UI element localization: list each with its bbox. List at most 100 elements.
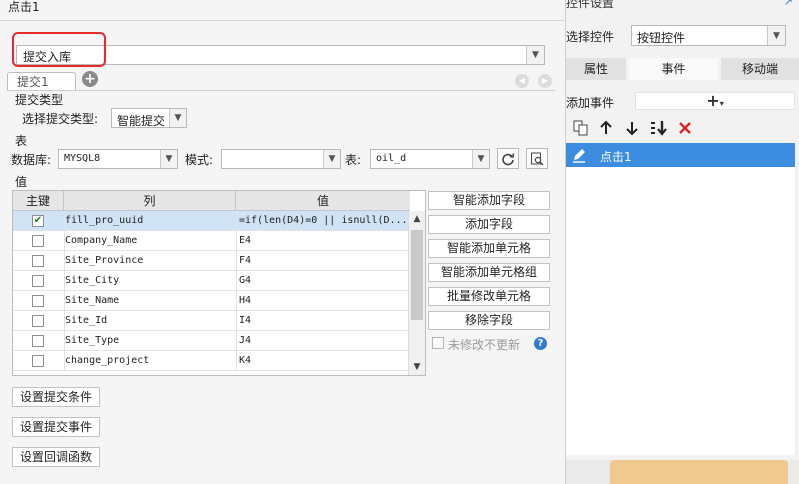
table-scrollbar[interactable]: ▲ ▼: [408, 211, 425, 375]
batch-edit-cells-button[interactable]: 批量修改单元格: [428, 287, 550, 306]
primary-key-checkbox[interactable]: [32, 255, 44, 267]
tab-submit-1[interactable]: 提交1: [7, 72, 76, 91]
choose-submit-type-label: 选择提交类型:: [22, 112, 99, 126]
pin-icon[interactable]: ↗: [784, 0, 793, 8]
add-field-button[interactable]: 添加字段: [428, 215, 550, 234]
move-to-bottom-icon[interactable]: [650, 120, 668, 139]
submit-type-select[interactable]: 提交入库 ▼: [16, 45, 545, 65]
chevron-down-icon[interactable]: ▼: [323, 150, 340, 168]
primary-key-checkbox[interactable]: [32, 355, 44, 367]
section-submit-type: 提交类型: [15, 93, 64, 107]
column-cell[interactable]: change_project: [64, 351, 236, 371]
smart-add-cell-group-button[interactable]: 智能添加单元格组: [428, 263, 550, 282]
add-event-button[interactable]: +▾: [635, 92, 795, 110]
primary-key-checkbox[interactable]: [32, 275, 44, 287]
value-text: J4: [239, 335, 252, 346]
arrow-down-icon[interactable]: [625, 120, 639, 139]
table-row[interactable]: Site_City G4: [13, 271, 410, 291]
delete-icon[interactable]: [677, 120, 693, 139]
primary-key-checkbox[interactable]: ✔: [32, 215, 44, 227]
table-row[interactable]: Site_Id I4: [13, 311, 410, 331]
control-value: 按钮控件: [637, 31, 686, 45]
primary-key-checkbox[interactable]: [32, 315, 44, 327]
value-cell[interactable]: K4: [236, 351, 410, 371]
caret-down-icon: ▾: [719, 99, 724, 108]
table-row[interactable]: Company_Name E4: [13, 231, 410, 251]
scroll-up-icon[interactable]: ▲: [409, 211, 425, 227]
value-cell[interactable]: F4: [236, 251, 410, 271]
chevron-down-icon[interactable]: ▼: [160, 150, 177, 168]
add-tab-icon[interactable]: +: [82, 71, 98, 87]
tab-properties[interactable]: 属性: [566, 58, 626, 80]
smart-add-cell-button[interactable]: 智能添加单元格: [428, 239, 550, 258]
header-primary-key: 主键: [13, 191, 64, 211]
control-select[interactable]: 按钮控件 ▼: [631, 25, 786, 46]
table-row[interactable]: Site_Province F4: [13, 251, 410, 271]
arrow-up-icon[interactable]: [599, 120, 613, 139]
panel-title: 控件设置: [566, 0, 615, 10]
event-item-label: 点击1: [600, 150, 632, 164]
column-name: Site_Name: [65, 295, 120, 306]
value-text: F4: [239, 255, 252, 266]
tab-events[interactable]: 事件: [629, 58, 718, 80]
column-cell[interactable]: Site_Province: [64, 251, 236, 271]
submit-dialog: 点击1 提交入库 ▼ 提交1 + ◀ ▶ 提交类型 选择提交类型: 智能提交 ▼…: [0, 0, 566, 484]
set-submit-condition-button[interactable]: 设置提交条件: [12, 387, 101, 407]
scroll-down-icon[interactable]: ▼: [409, 359, 425, 375]
table-row[interactable]: Site_Name H4: [13, 291, 410, 311]
submit-mode-select[interactable]: 智能提交 ▼: [111, 108, 187, 128]
primary-key-checkbox[interactable]: [32, 295, 44, 307]
table-value: oil_d: [376, 153, 407, 164]
column-cell[interactable]: Site_Id: [64, 311, 236, 331]
table-row[interactable]: change_project K4: [13, 351, 410, 371]
set-submit-event-button[interactable]: 设置提交事件: [12, 417, 101, 437]
event-item-click1[interactable]: 点击1: [566, 143, 795, 167]
plus-icon: +: [706, 91, 720, 110]
value-cell[interactable]: J4: [236, 331, 410, 351]
chevron-down-icon[interactable]: ▼: [472, 150, 489, 168]
table-select[interactable]: oil_d ▼: [370, 149, 490, 169]
preview-icon[interactable]: [526, 148, 548, 169]
primary-key-checkbox[interactable]: [32, 235, 44, 247]
value-cell[interactable]: H4: [236, 291, 410, 311]
database-select[interactable]: MYSQL8 ▼: [58, 149, 178, 169]
table-row[interactable]: Site_Type J4: [13, 331, 410, 351]
column-cell[interactable]: Company_Name: [64, 231, 236, 251]
chevron-left-icon[interactable]: ◀: [515, 74, 529, 88]
column-cell[interactable]: Site_Name: [64, 291, 236, 311]
no-update-label: 未修改不更新: [448, 338, 521, 352]
value-cell[interactable]: G4: [236, 271, 410, 291]
section-value: 值: [15, 175, 28, 189]
scrollbar-thumb[interactable]: [411, 230, 423, 320]
tab-mobile[interactable]: 移动端: [721, 58, 799, 80]
smart-add-field-button[interactable]: 智能添加字段: [428, 191, 550, 210]
value-text: H4: [239, 295, 252, 306]
help-icon[interactable]: ?: [534, 337, 547, 350]
edit-icon[interactable]: [571, 147, 587, 166]
column-name: fill_pro_uuid: [65, 215, 144, 226]
no-update-checkbox[interactable]: [432, 337, 444, 349]
column-cell[interactable]: fill_pro_uuid: [64, 211, 236, 231]
set-callback-button[interactable]: 设置回调函数: [12, 447, 101, 467]
column-name: Site_City: [65, 275, 120, 286]
chevron-down-icon[interactable]: ▼: [169, 109, 186, 127]
schema-select[interactable]: ▼: [221, 149, 341, 169]
table-row[interactable]: ✔ fill_pro_uuid =if(len(D4)=0 || isnull(…: [13, 211, 410, 231]
column-cell[interactable]: Site_Type: [64, 331, 236, 351]
submit-type-value: 提交入库: [23, 50, 72, 64]
copy-icon[interactable]: [573, 120, 589, 139]
value-cell[interactable]: E4: [236, 231, 410, 251]
value-cell[interactable]: =if(len(D4)=0 || isnull(D...: [236, 211, 410, 231]
refresh-icon[interactable]: [497, 148, 519, 169]
column-name: change_project: [65, 355, 150, 366]
value-cell[interactable]: I4: [236, 311, 410, 331]
chevron-down-icon[interactable]: ▼: [767, 26, 785, 45]
column-cell[interactable]: Site_City: [64, 271, 236, 291]
chevron-down-icon[interactable]: ▼: [526, 46, 544, 64]
primary-key-checkbox[interactable]: [32, 335, 44, 347]
chevron-right-icon[interactable]: ▶: [538, 74, 552, 88]
schema-label: 模式:: [185, 153, 214, 167]
remove-field-button[interactable]: 移除字段: [428, 311, 550, 330]
title-divider: [0, 20, 566, 21]
header-column: 列: [64, 191, 236, 211]
